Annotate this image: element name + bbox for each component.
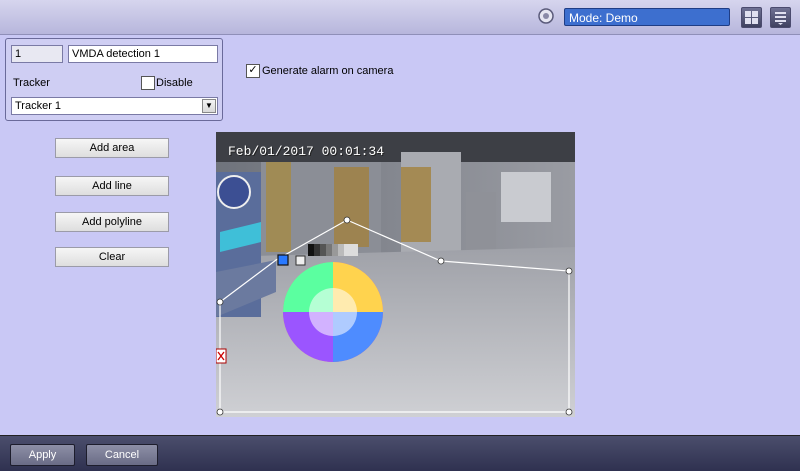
apply-button[interactable]: Apply xyxy=(10,444,75,466)
generate-alarm-checkbox[interactable]: ✓ xyxy=(246,64,260,78)
camera-scene xyxy=(216,132,575,417)
detector-properties-panel: 1 VMDA detection 1 Tracker Disable Track… xyxy=(5,38,223,121)
add-area-button[interactable]: Add area xyxy=(55,138,169,158)
menu-list-icon xyxy=(775,12,786,25)
disable-label: Disable xyxy=(156,77,193,89)
add-polyline-button[interactable]: Add polyline xyxy=(55,212,169,232)
mode-selector[interactable]: Mode: Demo xyxy=(564,8,730,26)
chevron-down-icon[interactable]: ▼ xyxy=(202,99,216,113)
cancel-button[interactable]: Cancel xyxy=(86,444,158,466)
generate-alarm-label: Generate alarm on camera xyxy=(262,65,394,77)
gear-icon[interactable] xyxy=(537,7,555,25)
clear-button[interactable]: Clear xyxy=(55,247,169,267)
add-line-button[interactable]: Add line xyxy=(55,176,169,196)
main-menu-button[interactable] xyxy=(770,7,791,28)
grid-layout-icon xyxy=(745,11,758,24)
disable-checkbox[interactable] xyxy=(141,76,155,90)
detector-name-field[interactable]: VMDA detection 1 xyxy=(68,45,218,63)
video-timestamp: Feb/01/2017 00:01:34 xyxy=(228,144,385,159)
camera-video-frame[interactable]: Feb/01/2017 00:01:34 xyxy=(216,132,575,417)
layout-button[interactable] xyxy=(741,7,762,28)
bottom-action-bar: Apply Cancel xyxy=(0,435,800,471)
tracker-label: Tracker xyxy=(13,77,50,89)
top-toolbar: Mode: Demo xyxy=(0,0,800,35)
detector-id-field[interactable]: 1 xyxy=(11,45,63,63)
tracker-select[interactable]: Tracker 1 ▼ xyxy=(11,97,218,115)
tracker-select-value: Tracker 1 xyxy=(15,100,62,112)
